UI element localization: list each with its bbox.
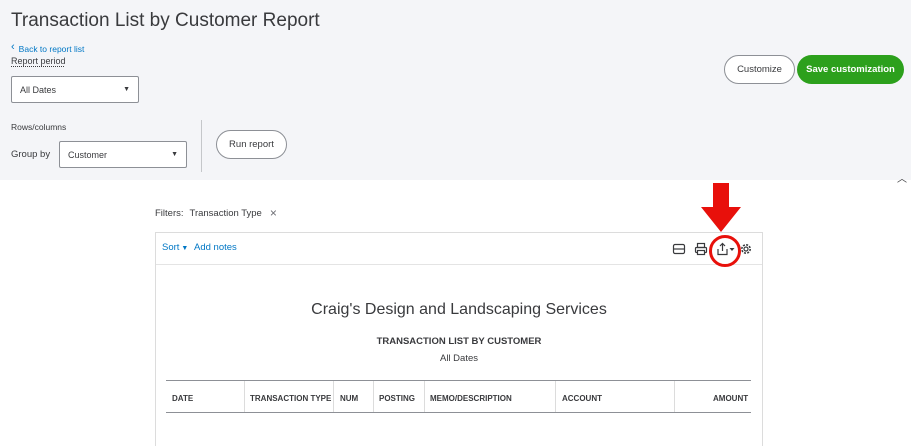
column-header-transaction-type[interactable]: TRANSACTION TYPE	[250, 394, 331, 403]
company-name: Craig's Design and Landscaping Services	[311, 301, 607, 318]
column-divider	[333, 381, 334, 412]
caret-down-icon: ▼	[179, 245, 189, 252]
column-header-num[interactable]: NUM	[340, 394, 358, 403]
column-header-memo-description[interactable]: MEMO/DESCRIPTION	[430, 394, 512, 403]
report-title: TRANSACTION LIST BY CUSTOMER	[376, 336, 542, 347]
sort-label: Sort	[162, 242, 180, 253]
chevron-up-icon[interactable]: ︿	[897, 170, 907, 185]
report-period-subtitle: All Dates	[439, 353, 478, 364]
table-header-bottom-border	[166, 412, 751, 413]
divider	[201, 120, 202, 172]
back-link-label: Back to report list	[18, 43, 85, 54]
column-divider	[674, 381, 675, 412]
group-by-select[interactable]: Customer ▼	[59, 141, 187, 168]
group-by-value: Customer	[68, 149, 108, 160]
column-header-amount[interactable]: AMOUNT	[713, 394, 748, 403]
email-icon[interactable]	[672, 242, 686, 256]
table-top-border	[166, 380, 751, 381]
rows-columns-label: Rows/columns	[11, 122, 67, 132]
arrow-down-annotation-icon	[701, 183, 741, 232]
report-card: Sort ▼ Add notes Craig's Design and Land…	[155, 232, 763, 446]
filter-chip-transaction-type: Transaction Type	[189, 207, 262, 219]
run-report-button[interactable]: Run report	[216, 130, 287, 159]
report-toolbar: Sort ▼ Add notes	[156, 233, 762, 265]
add-notes-button[interactable]: Add notes	[194, 242, 237, 253]
save-customization-button[interactable]: Save customization	[797, 55, 904, 84]
dropdown-arrow-icon: ▼	[171, 151, 178, 158]
report-settings-panel: Transaction List by Customer Report ‹ Ba…	[0, 0, 911, 180]
report-period-value: All Dates	[20, 84, 57, 95]
group-by-label: Group by	[11, 149, 51, 160]
filters-label: Filters:	[155, 207, 184, 219]
column-divider	[373, 381, 374, 412]
column-header-account[interactable]: ACCOUNT	[562, 394, 602, 403]
column-divider	[555, 381, 556, 412]
close-icon[interactable]: ×	[270, 206, 277, 220]
back-to-report-list-link[interactable]: ‹ Back to report list	[11, 41, 85, 54]
column-divider	[244, 381, 245, 412]
report-period-select[interactable]: All Dates ▼	[11, 76, 139, 103]
print-icon[interactable]	[694, 242, 708, 256]
chevron-left-icon: ‹	[11, 41, 15, 53]
column-divider	[424, 381, 425, 412]
column-header-posting[interactable]: POSTING	[379, 394, 415, 403]
dropdown-arrow-icon: ▼	[123, 86, 130, 93]
export-icon[interactable]	[716, 242, 736, 256]
customize-button[interactable]: Customize	[724, 55, 795, 84]
page-title: Transaction List by Customer Report	[11, 10, 320, 31]
sort-button[interactable]: Sort ▼	[162, 242, 188, 253]
report-period-label: Report period	[11, 56, 66, 66]
filters-bar: Filters: Transaction Type ×	[155, 206, 277, 220]
gear-icon[interactable]	[739, 242, 753, 256]
column-header-date[interactable]: DATE	[172, 394, 193, 403]
